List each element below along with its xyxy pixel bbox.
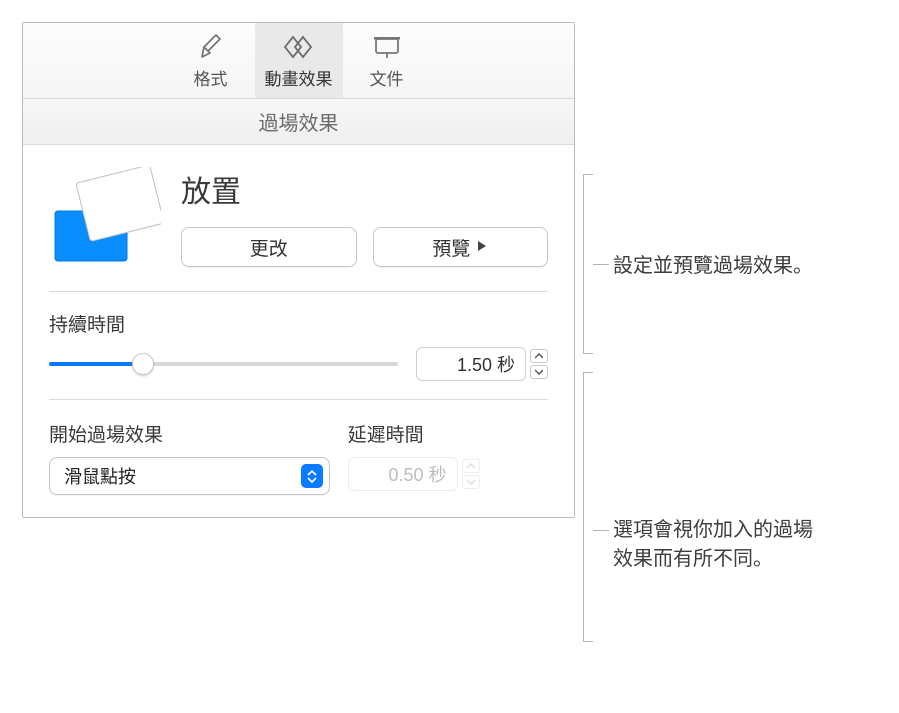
start-transition-select[interactable]: 滑鼠點按 bbox=[49, 457, 330, 495]
play-icon bbox=[476, 236, 488, 258]
paintbrush-icon bbox=[171, 33, 251, 61]
stepper-up-icon[interactable] bbox=[530, 349, 548, 363]
start-transition-label: 開始過場效果 bbox=[49, 420, 330, 447]
stepper-down-icon[interactable] bbox=[530, 365, 548, 379]
transition-thumbnail bbox=[49, 167, 161, 265]
presentation-icon bbox=[347, 33, 427, 61]
button-label: 更改 bbox=[250, 234, 288, 261]
callout-text: 設定並預覽過場效果。 bbox=[613, 252, 813, 281]
transition-name: 放置 bbox=[181, 167, 548, 211]
tab-bar: 格式 動畫效果 文件 bbox=[23, 23, 574, 99]
inspector-panel: 格式 動畫效果 文件 過場效果 bbox=[22, 22, 575, 518]
change-button[interactable]: 更改 bbox=[181, 227, 357, 267]
section-header: 過場效果 bbox=[23, 99, 574, 145]
tab-label: 格式 bbox=[194, 70, 228, 89]
tab-animate[interactable]: 動畫效果 bbox=[255, 23, 343, 98]
callout-text: 選項會視你加入的過場效果而有所不同。 bbox=[613, 516, 813, 574]
select-value: 滑鼠點按 bbox=[64, 463, 136, 489]
delay-stepper bbox=[462, 459, 480, 489]
duration-label: 持續時間 bbox=[49, 310, 548, 337]
tab-label: 動畫效果 bbox=[265, 70, 333, 89]
panel-body: 放置 更改 預覽 持續時間 bbox=[23, 145, 574, 517]
duration-value[interactable]: 1.50 秒 bbox=[416, 347, 526, 381]
preview-button[interactable]: 預覽 bbox=[373, 227, 549, 267]
delay-value: 0.50 秒 bbox=[348, 457, 458, 491]
stepper-down-icon bbox=[462, 475, 480, 489]
slider-knob[interactable] bbox=[132, 353, 154, 375]
diamonds-icon bbox=[259, 33, 339, 61]
duration-slider[interactable] bbox=[49, 352, 398, 376]
delay-label: 延遲時間 bbox=[348, 420, 548, 447]
tab-format[interactable]: 格式 bbox=[167, 23, 255, 98]
select-chevron-icon bbox=[301, 464, 323, 488]
button-label: 預覽 bbox=[432, 234, 470, 261]
tab-label: 文件 bbox=[370, 70, 404, 89]
duration-stepper[interactable] bbox=[530, 349, 548, 379]
tab-document[interactable]: 文件 bbox=[343, 23, 431, 98]
stepper-up-icon bbox=[462, 459, 480, 473]
